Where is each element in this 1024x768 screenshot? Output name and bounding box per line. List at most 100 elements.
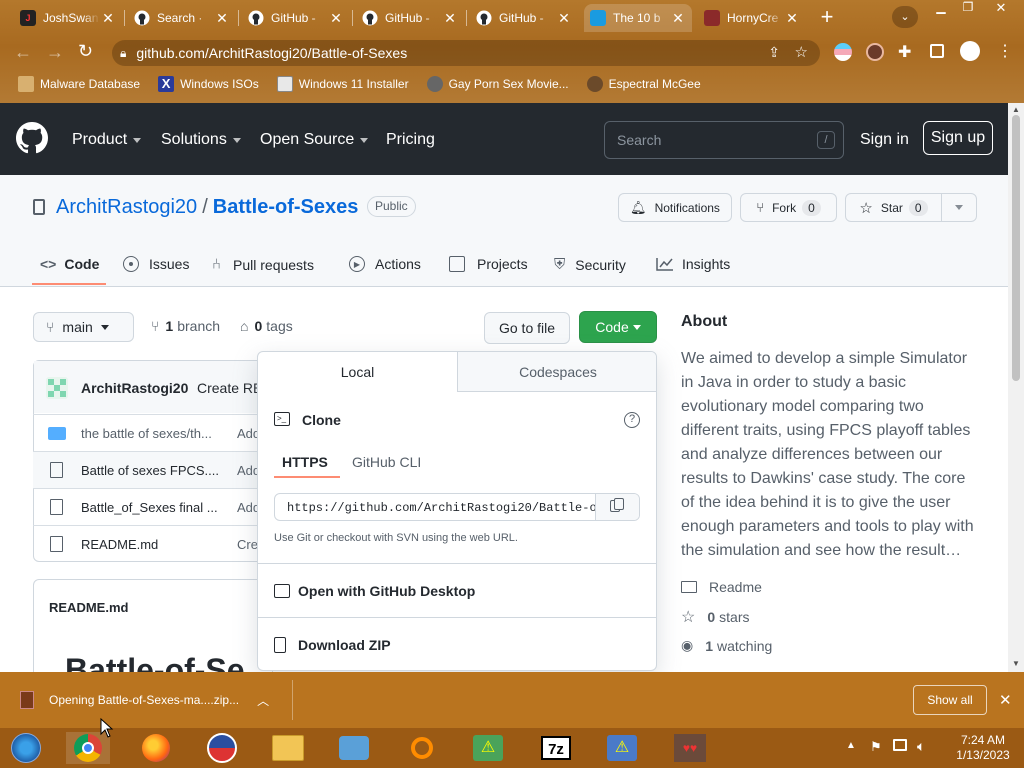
profile-avatar[interactable] [960,41,980,61]
warning-app-taskbar-icon[interactable]: ⚠ [600,732,644,764]
network-app-taskbar-icon[interactable] [332,732,376,764]
flag-icon[interactable]: ⚑ [870,739,882,755]
file-row[interactable]: the battle of sexes/th... Add [33,414,273,451]
browser-tab[interactable]: GitHub - ✕ [242,4,350,32]
copy-button[interactable] [595,494,639,520]
share-icon[interactable]: ⇪ [768,44,780,61]
close-tab-icon[interactable]: ✕ [100,10,116,27]
file-explorer-taskbar-icon[interactable] [266,732,310,764]
extensions-puzzle-icon[interactable]: ✚ [898,42,911,62]
menu-kebab-icon[interactable]: ⋮ [997,41,1013,61]
back-icon[interactable]: ← [14,42,32,63]
close-tab-icon[interactable]: ✕ [670,10,686,27]
bookmark-star-icon[interactable]: ☆ [795,43,808,61]
open-desktop-button[interactable]: Open with GitHub Desktop [274,583,475,599]
sign-up-button[interactable]: Sign up [923,121,993,155]
tab-search-icon[interactable]: ⌄ [892,6,918,28]
help-icon[interactable]: ? [624,412,640,428]
nav-pricing[interactable]: Pricing [386,131,435,149]
close-tab-icon[interactable]: ✕ [442,10,458,27]
browser-tab-active[interactable]: The 10 b ✕ [584,4,692,32]
tags-link[interactable]: ⌂ 0 tags [240,318,293,334]
minimize-icon[interactable]: ▁ [928,0,954,18]
commit-message[interactable]: Create RE [197,380,262,396]
tab-code[interactable]: <> Code [40,256,99,272]
readme-link[interactable]: Readme [681,579,981,595]
download-zip-button[interactable]: Download ZIP [274,637,391,653]
nav-product[interactable]: Product [72,131,142,149]
browser-tab[interactable]: Search · ✕ [128,4,236,32]
tab-github-cli[interactable]: GitHub CLI [352,454,421,470]
tab-https[interactable]: HTTPS [282,454,328,470]
bookmark-windows-isos[interactable]: X Windows ISOs [158,76,259,92]
go-to-file-button[interactable]: Go to file [484,312,570,344]
notifications-button[interactable]: 🔔︎ Notifications [618,193,732,222]
firefox-taskbar-icon[interactable] [134,732,178,764]
nav-open-source[interactable]: Open Source [260,131,369,149]
tab-issues[interactable]: Issues [123,256,189,272]
page-scrollbar[interactable]: ▲ ▼ [1008,103,1024,672]
file-row[interactable]: README.md Cre [33,525,273,562]
show-all-button[interactable]: Show all [913,685,987,715]
file-row[interactable]: Battle_of_Sexes final ... Add [33,488,273,525]
github-logo-icon[interactable] [16,122,48,154]
bookmark-site[interactable]: Gay Porn Sex Movie... [426,76,569,92]
close-download-bar-icon[interactable]: ✕ [999,691,1012,709]
tab-security[interactable]: ⛨ Security [554,256,626,273]
close-tab-icon[interactable]: ✕ [784,10,800,27]
repo-name-link[interactable]: Battle-of-Sexes [213,196,359,219]
browser-tab[interactable]: J JoshSwan ✕ [14,4,122,32]
commit-author[interactable]: ArchitRastogi20 [81,380,188,396]
bookmark-espectral-mcgee[interactable]: Espectral McGee [586,76,701,92]
search-app-taskbar-icon[interactable] [400,732,444,764]
download-item[interactable]: Opening Battle-of-Sexes-ma....zip... ︿ [10,686,280,714]
game-taskbar-icon[interactable]: ♥♥ [668,732,712,764]
bookmark-malware-database[interactable]: Malware Database [18,76,140,92]
scrollbar-thumb[interactable] [1012,115,1020,381]
close-tab-icon[interactable]: ✕ [214,10,230,27]
branches-link[interactable]: ⑂ 1 branch [151,318,220,334]
star-button[interactable]: ☆ Star 0 [845,193,942,222]
address-bar[interactable]: 🔒︎ github.com/ArchitRastogi20/Battle-of-… [112,40,820,66]
bookmark-windows-11-installer[interactable]: Windows 11 Installer [276,76,409,92]
avatar[interactable] [46,377,68,399]
fork-button[interactable]: ⑂ Fork 0 [740,193,837,222]
tab-local[interactable]: Local [258,352,457,392]
scroll-down-arrow[interactable]: ▼ [1012,659,1020,668]
tab-pull-requests[interactable]: ⑃ Pull requests [212,256,314,273]
stars-link[interactable]: ☆ 0 stars [681,607,981,627]
profile-extension-icon[interactable] [866,43,884,61]
watching-link[interactable]: ◉ 1 watching [681,637,981,654]
url-text[interactable]: github.com/ArchitRastogi20/Battle-of-Sex… [136,45,407,61]
close-window-icon[interactable]: ✕ [986,0,1016,18]
sign-in-link[interactable]: Sign in [860,131,909,149]
restore-icon[interactable]: ❐ [956,0,980,18]
7zip-taskbar-icon[interactable]: 7z [534,732,578,764]
search-input[interactable]: Search / [604,121,844,159]
browser-tab[interactable]: GitHub - ✕ [356,4,464,32]
tab-codespaces[interactable]: Codespaces [457,352,656,392]
forward-icon[interactable]: → [46,42,64,63]
new-tab-button[interactable]: + [816,6,838,28]
chevron-up-icon[interactable]: ︿ [257,692,269,709]
warning-app-taskbar-icon[interactable]: ⚠ [466,732,510,764]
browser-tab[interactable]: HornyCre ✕ [698,4,806,32]
nav-solutions[interactable]: Solutions [161,131,241,149]
close-tab-icon[interactable]: ✕ [328,10,344,27]
scroll-up-arrow[interactable]: ▲ [1012,105,1020,114]
tab-actions[interactable]: ▶ Actions [349,256,421,272]
reload-icon[interactable]: ↻ [78,41,93,62]
code-dropdown-button[interactable]: Code [579,311,657,343]
star-dropdown-button[interactable] [941,193,977,222]
network-icon[interactable] [893,739,907,751]
file-row[interactable]: Battle of sexes FPCS.... Add [33,451,273,488]
extension-icon[interactable] [834,43,852,61]
close-tab-icon[interactable]: ✕ [556,10,572,27]
clone-url[interactable]: https://github.com/ArchitRastogi20/Battl… [287,501,611,515]
app-taskbar-icon[interactable] [200,732,244,764]
branch-select-button[interactable]: ⑂ main [33,312,134,342]
side-panel-icon[interactable] [930,44,944,58]
tab-insights[interactable]: Insights [656,256,730,272]
show-hidden-icons[interactable]: ▲ [846,740,856,751]
clock[interactable]: 7:24 AM 1/13/2023 [950,733,1016,763]
